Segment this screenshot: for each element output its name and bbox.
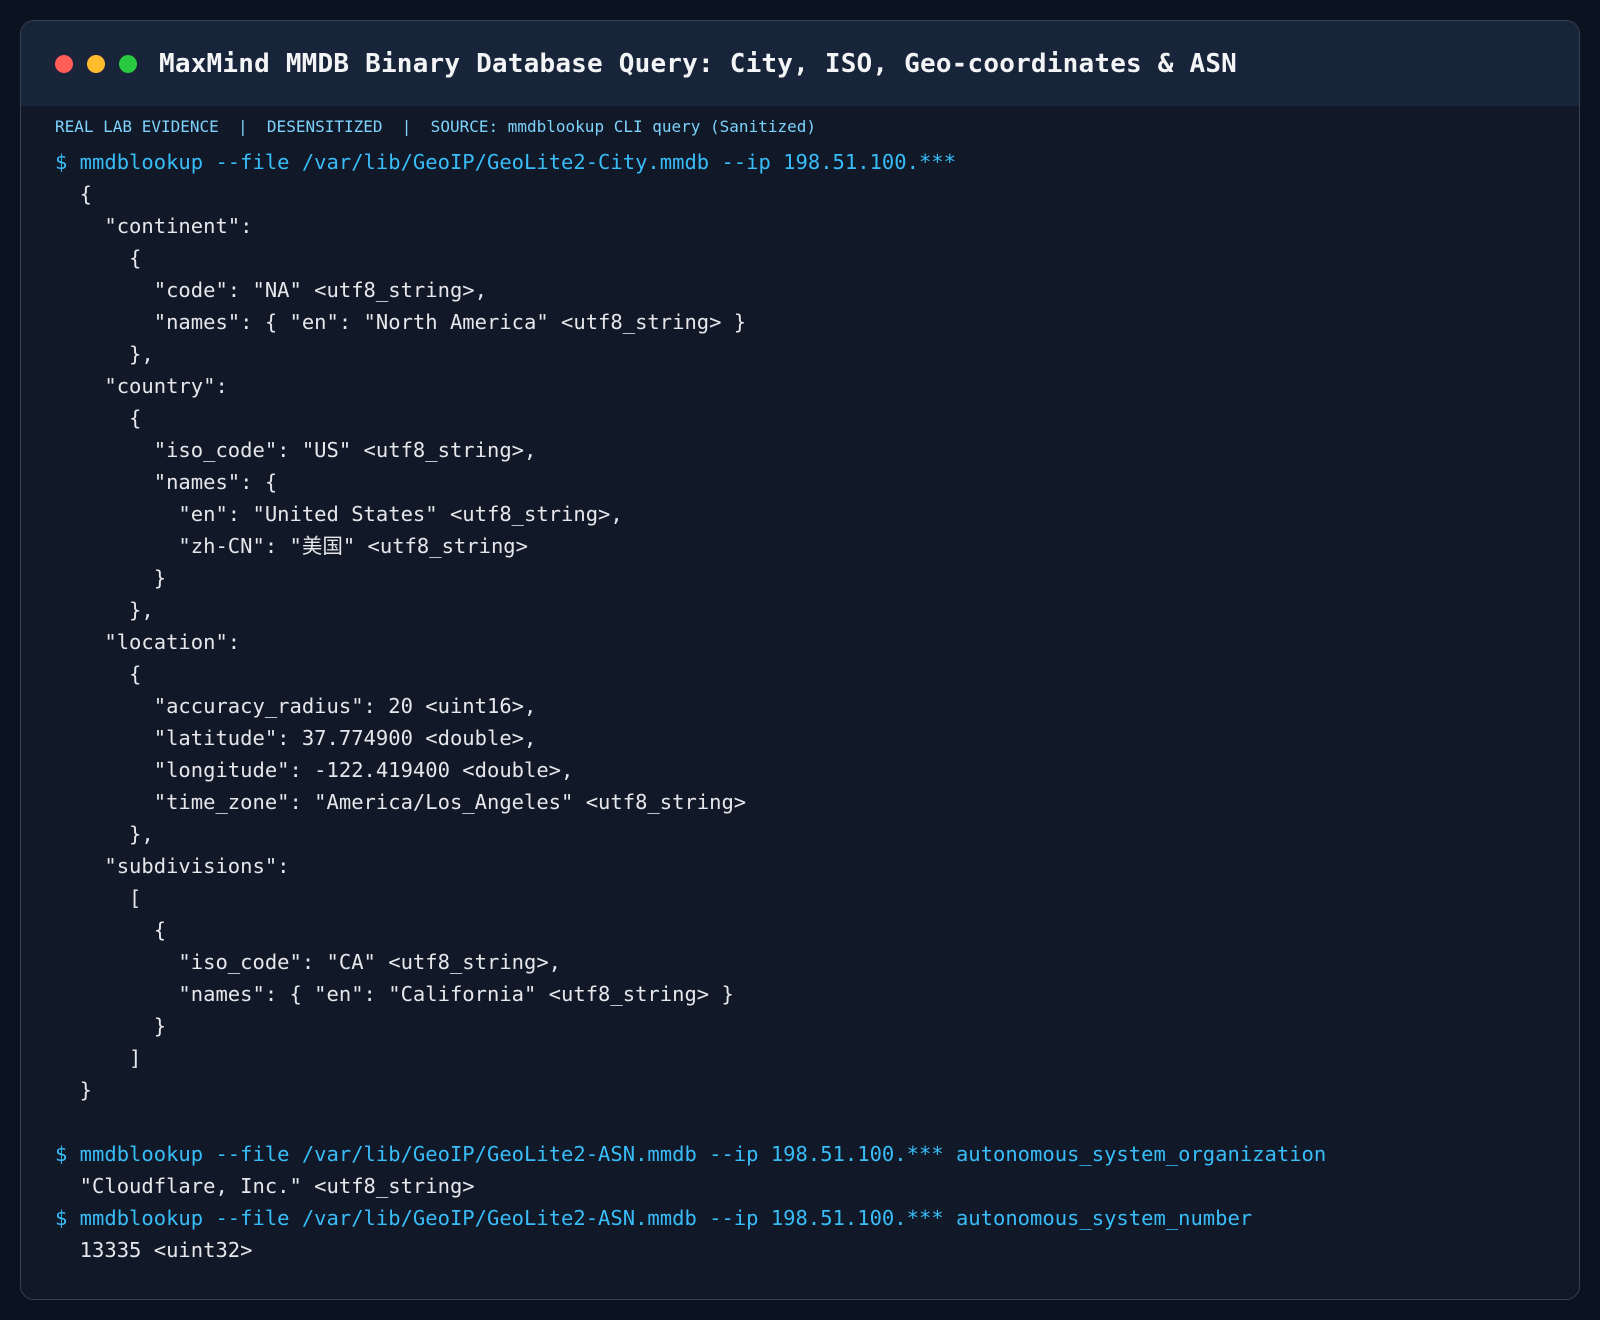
output-line: "iso_code": "US" <utf8_string>, <box>55 438 537 462</box>
command-line: $ mmdblookup --file /var/lib/GeoIP/GeoLi… <box>55 1142 1327 1166</box>
command-line: $ mmdblookup --file /var/lib/GeoIP/GeoLi… <box>55 1206 1253 1230</box>
close-button[interactable] <box>55 54 73 73</box>
output-line: }, <box>55 822 154 846</box>
output-line: "names": { "en": "California" <utf8_stri… <box>55 982 734 1006</box>
terminal-window: MaxMind MMDB Binary Database Query: City… <box>20 20 1580 1300</box>
minimize-button[interactable] <box>87 54 105 73</box>
output-line: { <box>55 246 142 270</box>
output-line: } <box>55 566 167 590</box>
output-line: "latitude": 37.774900 <double>, <box>55 726 537 750</box>
output-line: "en": "United States" <utf8_string>, <box>55 502 623 526</box>
output-line: "names": { "en": "North America" <utf8_s… <box>55 310 747 334</box>
output-line: "names": { <box>55 470 278 494</box>
title-bar: MaxMind MMDB Binary Database Query: City… <box>21 21 1579 106</box>
output-line: { <box>55 918 167 942</box>
output-line: "accuracy_radius": 20 <uint16>, <box>55 694 537 718</box>
output-line: }, <box>55 342 154 366</box>
output-line: "time_zone": "America/Los_Angeles" <utf8… <box>55 790 747 814</box>
output-line: } <box>55 1078 93 1102</box>
maximize-button[interactable] <box>119 54 137 73</box>
window-title: MaxMind MMDB Binary Database Query: City… <box>159 48 1238 79</box>
output-line: { <box>55 662 142 686</box>
output-line: "location": <box>55 630 241 654</box>
output-line: "Cloudflare, Inc." <utf8_string> <box>55 1174 475 1198</box>
output-line: "iso_code": "CA" <utf8_string>, <box>55 950 562 974</box>
window-controls <box>55 54 137 73</box>
output-line: "zh-CN": "美国" <utf8_string> <box>55 534 528 558</box>
output-line: }, <box>55 598 154 622</box>
output-line: "code": "NA" <utf8_string>, <box>55 278 487 302</box>
output-line: [ <box>55 886 142 910</box>
output-line: 13335 <uint32> <box>55 1238 253 1262</box>
output-line: "subdivisions": <box>55 854 290 878</box>
output-line: { <box>55 406 142 430</box>
output-line: } <box>55 1014 167 1038</box>
evidence-banner: REAL LAB EVIDENCE | DESENSITIZED | SOURC… <box>55 117 816 136</box>
output-line: "country": <box>55 374 228 398</box>
output-line: ] <box>55 1046 142 1070</box>
terminal-output[interactable]: $ mmdblookup --file /var/lib/GeoIP/GeoLi… <box>21 146 1579 1266</box>
output-line: "continent": <box>55 214 253 238</box>
output-line: { <box>55 182 93 206</box>
command-line: $ mmdblookup --file /var/lib/GeoIP/GeoLi… <box>55 150 956 174</box>
output-line: "longitude": -122.419400 <double>, <box>55 758 574 782</box>
